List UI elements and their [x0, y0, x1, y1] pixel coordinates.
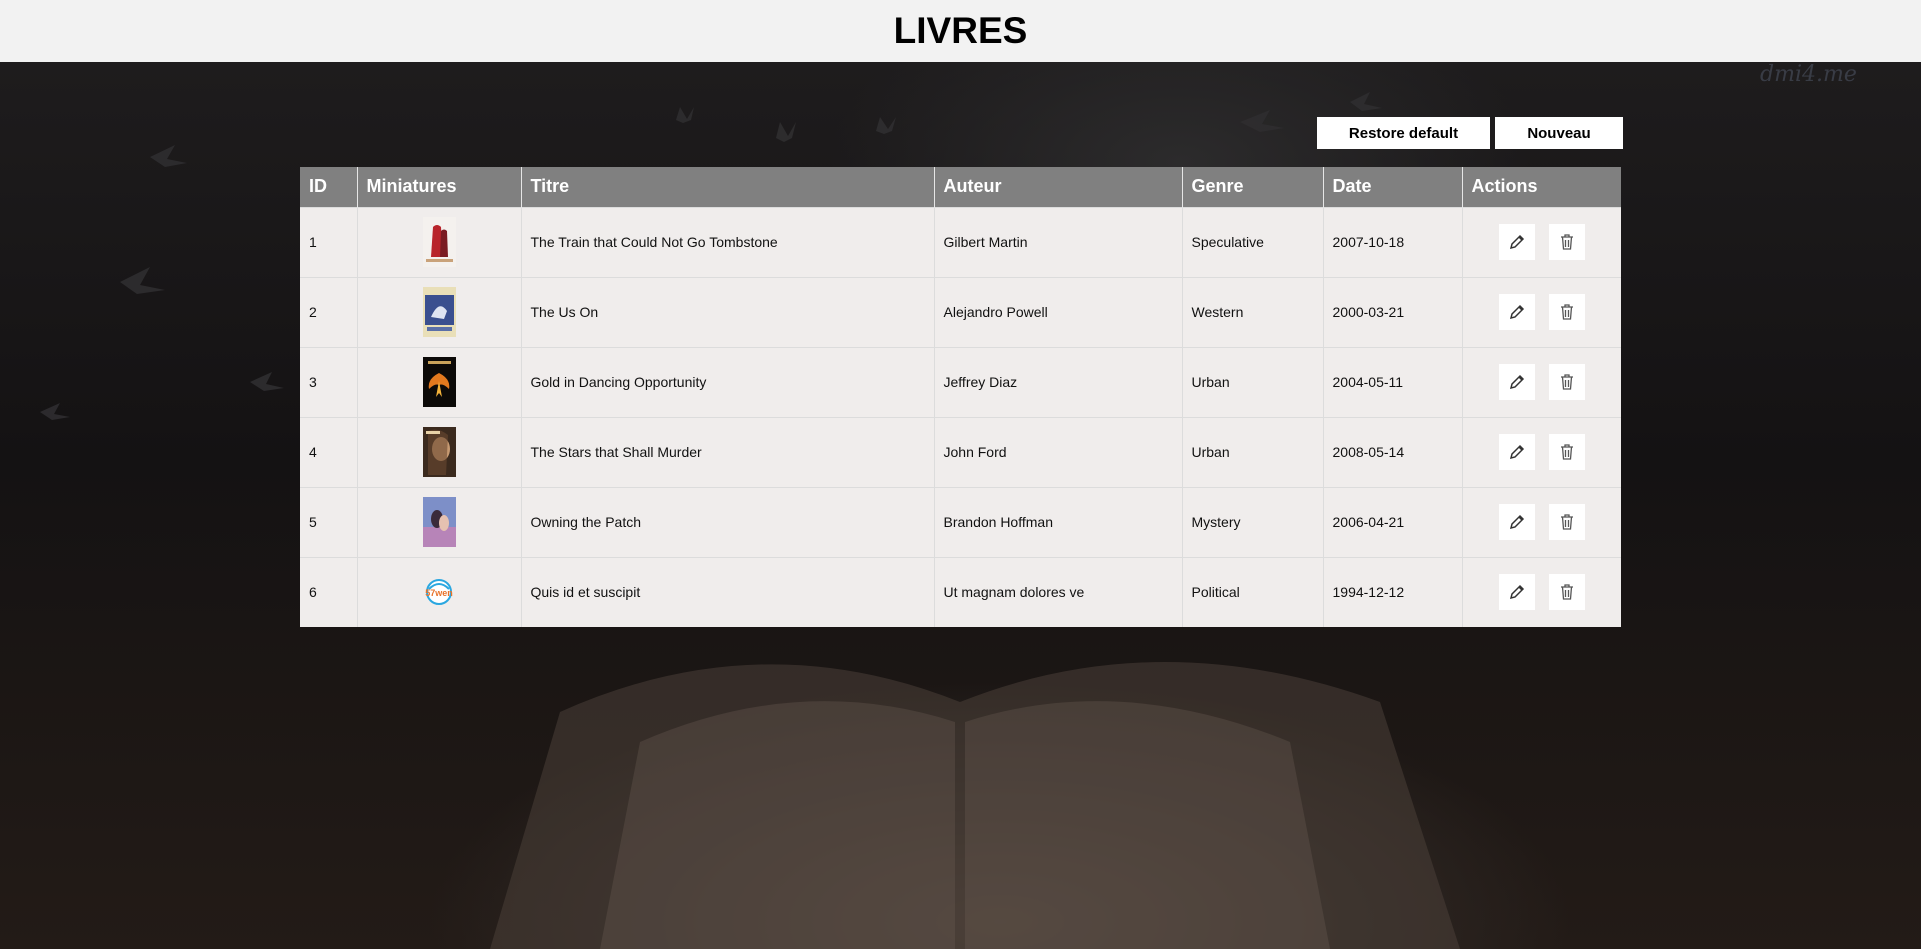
- pencil-icon: [1509, 585, 1524, 600]
- cell-author: Brandon Hoffman: [934, 486, 1183, 557]
- trash-icon: [1560, 514, 1573, 530]
- pencil-icon: [1509, 374, 1524, 390]
- column-header-id: ID: [300, 167, 358, 207]
- cell-actions: [1462, 556, 1621, 627]
- cell-actions: [1462, 276, 1621, 347]
- cell-thumbnail: [357, 416, 522, 487]
- page-header: LIVRES: [0, 0, 1921, 62]
- table-row: 2 The Us On Alejandro Powell Western 200…: [300, 276, 1621, 347]
- cell-genre: Western: [1182, 276, 1324, 347]
- cell-thumbnail: [357, 276, 522, 347]
- cell-actions: [1462, 346, 1621, 417]
- book-cover-thumbnail[interactable]: [422, 287, 456, 337]
- pencil-icon: [1509, 234, 1524, 250]
- cell-author: Gilbert Martin: [934, 206, 1183, 277]
- edit-button[interactable]: [1498, 364, 1535, 400]
- cell-id: 2: [300, 276, 358, 347]
- cell-genre: Mystery: [1182, 486, 1324, 557]
- column-header-author: Auteur: [934, 167, 1183, 207]
- cell-id: 3: [300, 346, 358, 417]
- cell-date: 2000-03-21: [1323, 276, 1463, 347]
- cell-author: Alejandro Powell: [934, 276, 1183, 347]
- edit-button[interactable]: [1498, 434, 1535, 470]
- delete-button[interactable]: [1548, 434, 1585, 470]
- trash-icon: [1560, 584, 1573, 600]
- book-cover-thumbnail[interactable]: [422, 427, 456, 477]
- cell-thumbnail: 57wen: [357, 556, 522, 627]
- pencil-icon: [1509, 514, 1524, 530]
- book-cover-thumbnail[interactable]: [422, 357, 456, 407]
- edit-button[interactable]: [1498, 224, 1535, 260]
- cell-actions: [1462, 486, 1621, 557]
- book-cover-thumbnail[interactable]: [422, 217, 456, 267]
- cell-id: 6: [300, 556, 358, 627]
- cell-thumbnail: [357, 486, 522, 557]
- cell-actions: [1462, 416, 1621, 487]
- column-header-date: Date: [1323, 167, 1463, 207]
- cell-id: 1: [300, 206, 358, 277]
- cell-genre: Urban: [1182, 346, 1324, 417]
- logo-text: 57wen: [425, 588, 453, 598]
- logo-thumbnail[interactable]: 57wen: [423, 567, 456, 617]
- table-row: 6 57wen Quis id et suscipit Ut magnam do…: [300, 556, 1621, 627]
- trash-icon: [1560, 374, 1573, 390]
- trash-icon: [1560, 444, 1573, 460]
- cell-date: 2007-10-18: [1323, 206, 1463, 277]
- book-cover-thumbnail[interactable]: [422, 497, 456, 547]
- page-title: LIVRES: [893, 10, 1028, 51]
- table-header-row: ID Miniatures Titre Auteur Genre Date Ac…: [300, 167, 1621, 207]
- cell-id: 4: [300, 416, 358, 487]
- delete-button[interactable]: [1548, 364, 1585, 400]
- cell-date: 2006-04-21: [1323, 486, 1463, 557]
- pencil-icon: [1509, 444, 1524, 460]
- column-header-title: Titre: [521, 167, 935, 207]
- cell-author: Ut magnam dolores ve: [934, 556, 1183, 627]
- trash-icon: [1560, 304, 1573, 320]
- table-row: 3 Gold in Dancing Opportunity Jeffrey Di…: [300, 346, 1621, 417]
- cell-title: Quis id et suscipit: [521, 556, 935, 627]
- cell-actions: [1462, 206, 1621, 277]
- watermark: dmi4.me: [1760, 62, 1857, 87]
- column-header-actions: Actions: [1462, 167, 1621, 207]
- cell-date: 1994-12-12: [1323, 556, 1463, 627]
- edit-button[interactable]: [1498, 294, 1535, 330]
- cell-thumbnail: [357, 346, 522, 417]
- cell-genre: Speculative: [1182, 206, 1324, 277]
- cell-genre: Political: [1182, 556, 1324, 627]
- cell-title: The Stars that Shall Murder: [521, 416, 935, 487]
- cell-title: The Us On: [521, 276, 935, 347]
- table-row: 1 The Train that Could Not Go Tombstone …: [300, 206, 1621, 277]
- cell-date: 2004-05-11: [1323, 346, 1463, 417]
- column-header-thumbnails: Miniatures: [357, 167, 522, 207]
- column-header-genre: Genre: [1182, 167, 1324, 207]
- cell-title: Gold in Dancing Opportunity: [521, 346, 935, 417]
- restore-default-button[interactable]: Restore default: [1317, 117, 1490, 149]
- cell-id: 5: [300, 486, 358, 557]
- table-row: 5 Owning the Patch Brandon Hoffman Myste…: [300, 486, 1621, 557]
- cell-title: Owning the Patch: [521, 486, 935, 557]
- books-table: ID Miniatures Titre Auteur Genre Date Ac…: [300, 167, 1621, 627]
- cell-date: 2008-05-14: [1323, 416, 1463, 487]
- edit-button[interactable]: [1498, 574, 1535, 611]
- delete-button[interactable]: [1548, 504, 1585, 540]
- new-book-button[interactable]: Nouveau: [1495, 117, 1623, 149]
- delete-button[interactable]: [1548, 294, 1585, 330]
- delete-button[interactable]: [1548, 574, 1585, 611]
- cell-author: John Ford: [934, 416, 1183, 487]
- cell-author: Jeffrey Diaz: [934, 346, 1183, 417]
- cell-genre: Urban: [1182, 416, 1324, 487]
- table-row: 4 The Stars that Shall Murder John Ford …: [300, 416, 1621, 487]
- pencil-icon: [1509, 304, 1524, 320]
- cell-title: The Train that Could Not Go Tombstone: [521, 206, 935, 277]
- delete-button[interactable]: [1548, 224, 1585, 260]
- edit-button[interactable]: [1498, 504, 1535, 540]
- trash-icon: [1560, 234, 1573, 250]
- cell-thumbnail: [357, 206, 522, 277]
